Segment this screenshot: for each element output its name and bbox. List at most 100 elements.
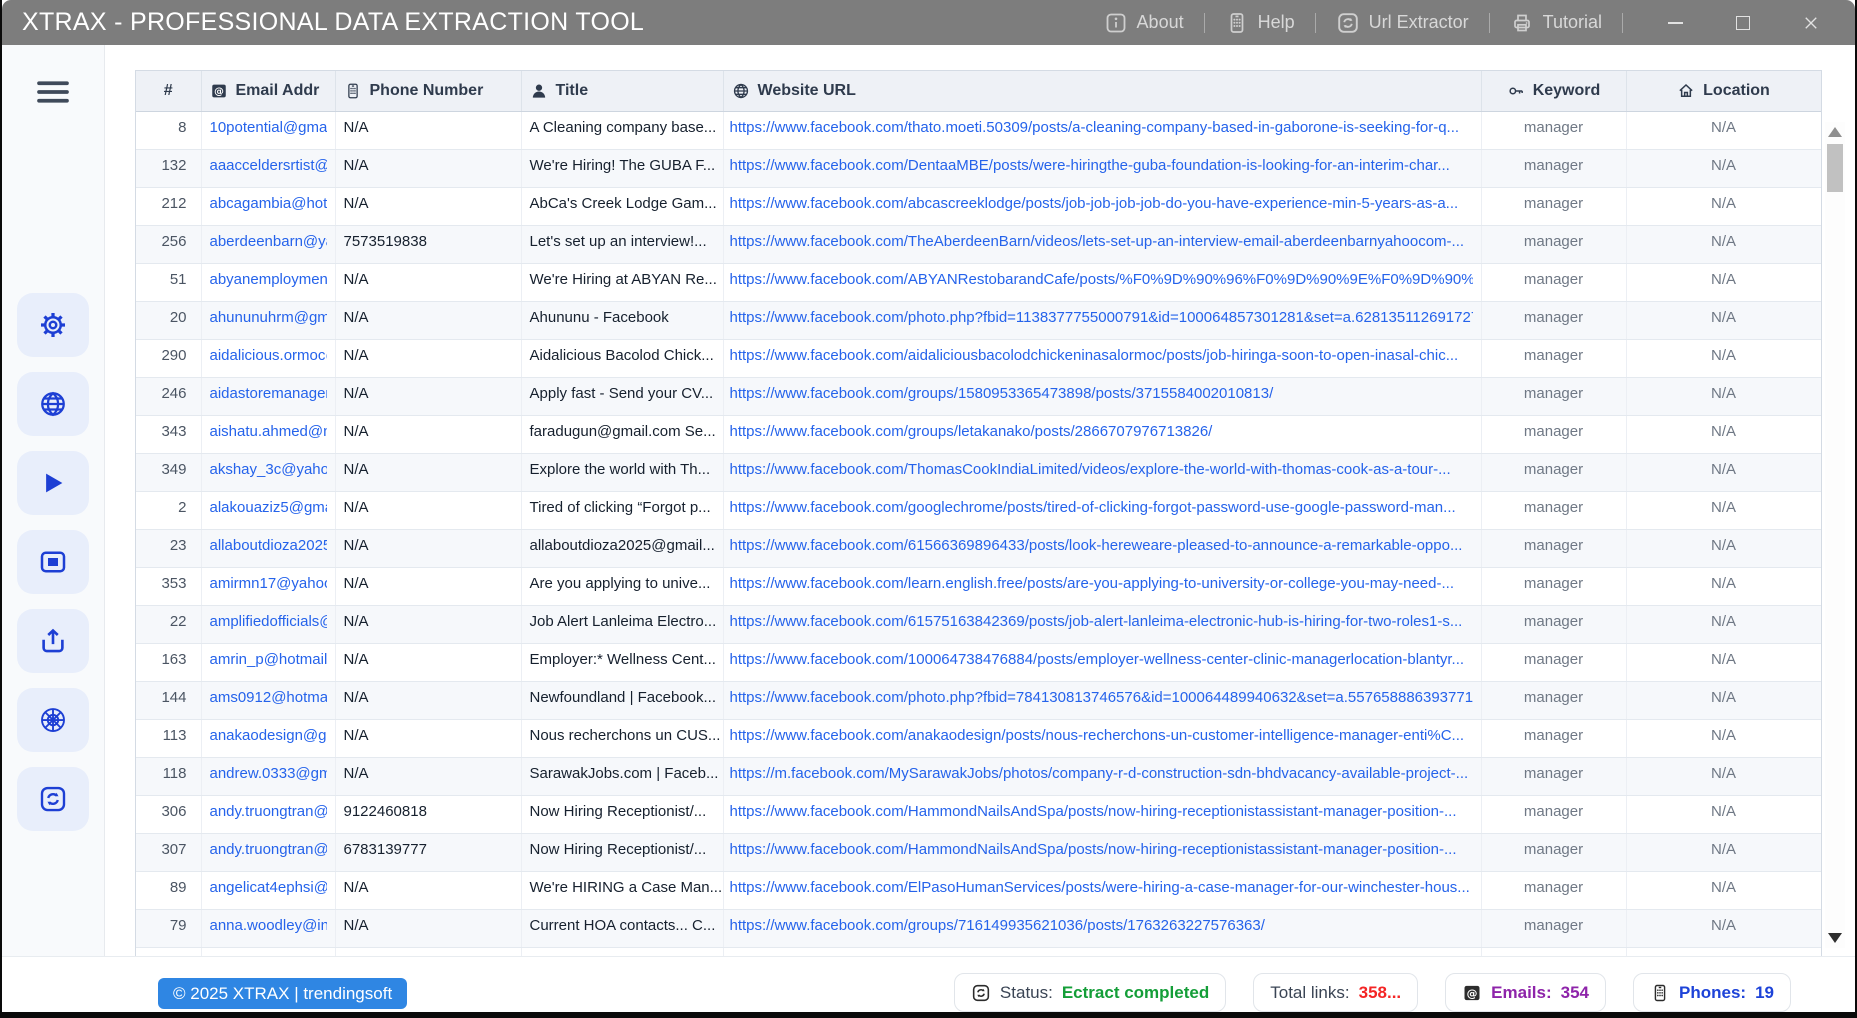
sidebar-web-button[interactable] (17, 688, 89, 752)
email-link[interactable]: ahununuhrm@gmai (210, 308, 327, 327)
column-header-title[interactable]: Title (521, 71, 723, 111)
table-row[interactable]: 343aishatu.ahmed@nasN/Afaradugun@gmail.c… (136, 415, 1821, 453)
email-link[interactable]: abcagambia@hotma (210, 194, 327, 213)
close-icon (1802, 14, 1820, 32)
menu-item-help[interactable]: Help (1219, 7, 1301, 39)
table-row[interactable]: 132aaacceldersrtist@gnN/AWe're Hiring! T… (136, 149, 1821, 187)
email-link[interactable]: aaacceldersrtist@gn (210, 156, 327, 175)
email-link[interactable]: amplifiedofficials@g (210, 612, 327, 631)
table-row[interactable]: 810potential@gmail.cN/AA Cleaning compan… (136, 111, 1821, 149)
table-row[interactable]: 113anakaodesign@gmaN/ANous recherchons u… (136, 719, 1821, 757)
url-link[interactable]: https://www.facebook.com/TheAberdeenBarn… (730, 232, 1473, 251)
url-link[interactable]: https://www.facebook.com/DentaaMBE/posts… (730, 156, 1473, 175)
url-link[interactable]: https://www.facebook.com/61575163842369/… (730, 612, 1473, 631)
table-row[interactable]: 349akshay_3c@yahoo.cN/AExplore the world… (136, 453, 1821, 491)
table-row[interactable]: 144ams0912@hotmail.cN/ANewfoundland | Fa… (136, 681, 1821, 719)
title-cell: Now Hiring Receptionist/... (521, 795, 723, 833)
column-header-num[interactable]: # (136, 71, 201, 111)
table-row[interactable]: 212abcagambia@hotmaN/AAbCa's Creek Lodge… (136, 187, 1821, 225)
table-row[interactable]: 246aidastoremanager@N/AApply fast - Send… (136, 377, 1821, 415)
table-row[interactable]: 118andrew.0333@gmaiN/ASarawakJobs.com | … (136, 757, 1821, 795)
email-link[interactable]: anakaodesign@gma (210, 726, 327, 745)
url-link[interactable]: https://www.facebook.com/learn.english.f… (730, 574, 1473, 593)
email-link[interactable]: aidalicious.ormoc@y (210, 346, 327, 365)
email-link[interactable]: andy.truongtran@ya (210, 840, 327, 859)
email-link[interactable]: 10potential@gmail.c (210, 118, 327, 137)
url-link[interactable]: https://www.facebook.com/100064738476884… (730, 650, 1473, 669)
email-link[interactable]: anna.woodley@infra (210, 916, 327, 935)
email-link[interactable]: allaboutdioza2025@ (210, 536, 327, 555)
table-row[interactable]: 79anna.woodley@infraN/ACurrent HOA conta… (136, 909, 1821, 947)
url-link[interactable]: https://www.facebook.com/groups/71614993… (730, 916, 1473, 935)
url-link[interactable]: https://www.facebook.com/anakaodesign/po… (730, 726, 1473, 745)
url-link[interactable]: https://www.facebook.com/aidaliciousbaco… (730, 346, 1473, 365)
url-link[interactable]: https://www.facebook.com/ElPasoHumanServ… (730, 878, 1473, 897)
sidebar-export-button[interactable] (17, 609, 89, 673)
email-link[interactable]: amrin_p@hotmail.cc (210, 650, 327, 669)
url-link[interactable]: https://www.facebook.com/groups/letakana… (730, 422, 1473, 441)
column-header-location[interactable]: Location (1626, 71, 1821, 111)
sidebar-start-button[interactable] (17, 451, 89, 515)
url-link[interactable]: https://www.facebook.com/photo.php?fbid=… (730, 308, 1473, 327)
url-link[interactable]: https://www.facebook.com/61566369896433/… (730, 536, 1473, 555)
menu-item-about[interactable]: About (1098, 7, 1190, 39)
table-row[interactable]: 22amplifiedofficials@gN/AJob Alert Lanle… (136, 605, 1821, 643)
url-link[interactable]: https://www.facebook.com/groups/15809533… (730, 384, 1473, 403)
email-link[interactable]: amirmn17@yahoo.c (210, 574, 327, 593)
sidebar-settings-button[interactable] (17, 293, 89, 357)
minimize-button[interactable] (1663, 11, 1687, 35)
url-link[interactable]: https://www.facebook.com/ThomasCookIndia… (730, 460, 1473, 479)
close-button[interactable] (1799, 11, 1823, 35)
table-row[interactable]: 89angelicat4ephsi@gnN/AWe're HIRING a Ca… (136, 871, 1821, 909)
num-text: 246 (161, 385, 186, 402)
column-header-email[interactable]: @Email Addr (201, 71, 335, 111)
sidebar-stop-button[interactable] (17, 530, 89, 594)
table-row[interactable]: 163amrin_p@hotmail.ccN/AEmployer:* Welln… (136, 643, 1821, 681)
email-link[interactable]: aishatu.ahmed@nas (210, 422, 327, 441)
email-link[interactable]: aberdeenbarn@yaho (210, 232, 327, 251)
num-text: 290 (161, 347, 186, 364)
copyright-button[interactable]: © 2025 XTRAX | trendingsoft (158, 978, 407, 1009)
email-link[interactable]: aidastoremanager@ (210, 384, 327, 403)
scrollbar-thumb[interactable] (1827, 144, 1843, 192)
menu-toggle-button[interactable] (30, 71, 76, 113)
url-link[interactable]: https://www.facebook.com/ABYANRestobaran… (730, 270, 1473, 289)
table-row[interactable]: 307andy.truongtran@ya6783139777Now Hirin… (136, 833, 1821, 871)
url-link[interactable]: https://www.facebook.com/thato.moeti.503… (730, 118, 1473, 137)
table-row[interactable]: 2alakouaziz5@gmail.N/ATired of clicking … (136, 491, 1821, 529)
table-row[interactable]: 306andy.truongtran@ya9122460818Now Hirin… (136, 795, 1821, 833)
maximize-button[interactable] (1731, 11, 1755, 35)
menu-item-url-extractor[interactable]: Url Extractor (1330, 7, 1475, 39)
email-link[interactable]: ams0912@hotmail.c (210, 688, 327, 707)
table-row[interactable]: 20ahununuhrm@gmaiN/AAhununu - Facebookht… (136, 301, 1821, 339)
email-link[interactable]: andy.truongtran@ya (210, 802, 327, 821)
table-row[interactable]: 256aberdeenbarn@yaho7573519838Let's set … (136, 225, 1821, 263)
email-link[interactable]: alakouaziz5@gmail. (210, 498, 327, 517)
url-link[interactable]: https://www.facebook.com/googlechrome/po… (730, 498, 1473, 517)
column-header-phone[interactable]: Phone Number (335, 71, 521, 111)
menu-item-tutorial[interactable]: Tutorial (1504, 7, 1608, 39)
num-cell: 51 (136, 263, 201, 301)
table-row[interactable]: 51abyanemployment@N/AWe're Hiring at ABY… (136, 263, 1821, 301)
vertical-scrollbar[interactable] (1825, 122, 1845, 948)
column-header-keyword[interactable]: Keyword (1481, 71, 1626, 111)
sidebar-browser-button[interactable] (17, 372, 89, 436)
email-link[interactable]: abyanemployment@ (210, 270, 327, 289)
column-header-url[interactable]: Website URL (723, 71, 1481, 111)
scroll-up-arrow[interactable] (1826, 124, 1844, 140)
table-row[interactable]: 23allaboutdioza2025@N/Aallaboutdioza2025… (136, 529, 1821, 567)
email-link[interactable]: andrew.0333@gmai (210, 764, 327, 783)
url-link[interactable]: https://www.facebook.com/HammondNailsAnd… (730, 802, 1473, 821)
gear-icon (38, 310, 68, 340)
url-link[interactable]: https://m.facebook.com/MySarawakJobs/pho… (730, 764, 1473, 783)
url-link[interactable]: https://www.facebook.com/photo.php?fbid=… (730, 688, 1473, 707)
play-icon (38, 468, 68, 498)
email-link[interactable]: angelicat4ephsi@gn (210, 878, 327, 897)
url-link[interactable]: https://www.facebook.com/abcascreeklodge… (730, 194, 1473, 213)
email-link[interactable]: akshay_3c@yahoo.c (210, 460, 327, 479)
scroll-down-arrow[interactable] (1826, 930, 1844, 946)
table-row[interactable]: 353amirmn17@yahoo.cN/AAre you applying t… (136, 567, 1821, 605)
url-link[interactable]: https://www.facebook.com/HammondNailsAnd… (730, 840, 1473, 859)
table-row[interactable]: 290aidalicious.ormoc@yN/AAidalicious Bac… (136, 339, 1821, 377)
sidebar-refresh-button[interactable] (17, 767, 89, 831)
